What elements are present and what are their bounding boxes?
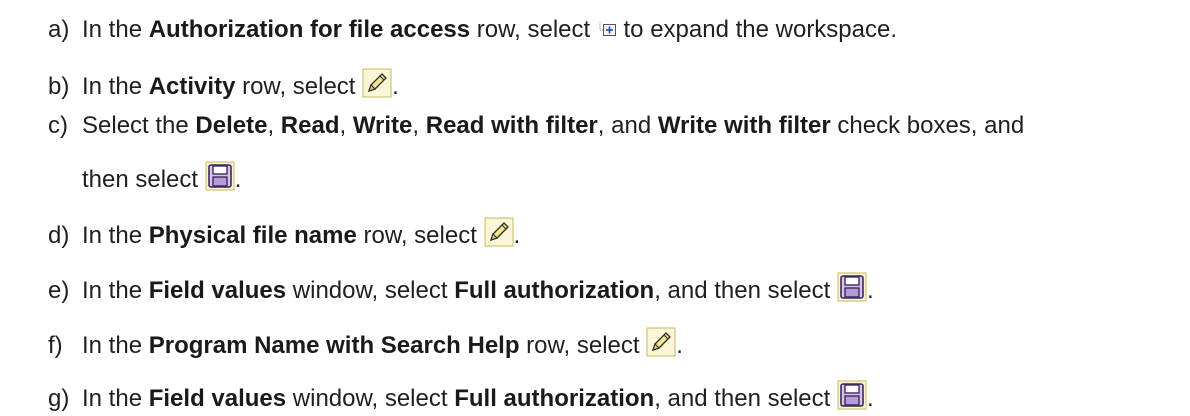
pencil-edit-icon: [362, 68, 392, 98]
step-f: f) In the Program Name with Search Help r…: [48, 327, 683, 361]
expand-node-icon: [597, 21, 617, 39]
step-letter: a): [48, 16, 70, 43]
step-text: In the: [82, 73, 149, 100]
save-floppy-icon: [837, 272, 867, 302]
ui-term: Full authorization: [454, 277, 655, 304]
ui-term: Read with filter: [425, 112, 598, 139]
step-text: ,: [339, 112, 353, 139]
step-text: row, select: [235, 73, 363, 100]
step-text: window, select: [286, 277, 455, 304]
step-letter: c): [48, 112, 68, 139]
step-text: then select: [82, 166, 205, 193]
ui-term: Field values: [148, 385, 287, 412]
save-floppy-icon: [205, 161, 235, 191]
step-c-continuation: then select .: [82, 161, 241, 195]
step-text: , and then select: [654, 385, 837, 412]
step-letter: e): [48, 277, 70, 304]
step-letter: g): [48, 385, 70, 412]
step-b: b) In the Activity row, select .: [48, 68, 399, 102]
step-g: g) In the Field values window, select Ful…: [48, 380, 874, 414]
step-letter: f): [48, 332, 63, 359]
step-d: d) In the Physical file name row, select …: [48, 217, 520, 251]
save-floppy-icon: [837, 380, 867, 410]
pencil-edit-icon: [484, 217, 514, 247]
step-text: window, select: [286, 385, 455, 412]
ui-term: Physical file name: [148, 222, 357, 249]
step-letter: d): [48, 222, 70, 249]
step-text: .: [513, 222, 521, 249]
ui-term: Field values: [148, 277, 287, 304]
ui-term: Activity: [148, 73, 236, 100]
step-text: row, select: [356, 222, 484, 249]
step-text: In the: [82, 277, 149, 304]
step-text: row, select: [470, 16, 597, 43]
step-text: Select the: [82, 112, 196, 139]
step-text: .: [676, 332, 683, 359]
step-letter: b): [48, 73, 70, 100]
step-text: .: [866, 277, 874, 304]
step-text: row, select: [519, 332, 647, 359]
step-e: e) In the Field values window, select Ful…: [48, 272, 874, 306]
step-text: check boxes, and: [830, 112, 1025, 139]
step-text: ,: [412, 112, 426, 139]
step-text: In the: [82, 332, 149, 359]
pencil-edit-icon: [646, 327, 676, 357]
step-text: .: [234, 166, 242, 193]
step-text: ,: [267, 112, 281, 139]
step-text: In the: [82, 16, 149, 43]
ui-term: Authorization for file access: [148, 16, 471, 43]
step-c: c) Select the Delete, Read, Write, Read w…: [48, 111, 1024, 141]
step-text: In the: [82, 385, 149, 412]
ui-term: Read: [280, 112, 340, 139]
ui-term: Write: [352, 112, 413, 139]
step-text: to expand the workspace.: [616, 16, 898, 43]
ui-term: Write with filter: [657, 112, 831, 139]
step-text: , and: [597, 112, 658, 139]
step-text: .: [866, 385, 874, 412]
step-a: a) In the Authorization for file access r…: [48, 15, 897, 45]
step-text: .: [392, 73, 399, 100]
step-text: , and then select: [654, 277, 837, 304]
step-text: In the: [82, 222, 149, 249]
ui-term: Delete: [195, 112, 268, 139]
ui-term: Program Name with Search Help: [148, 332, 520, 359]
ui-term: Full authorization: [454, 385, 655, 412]
